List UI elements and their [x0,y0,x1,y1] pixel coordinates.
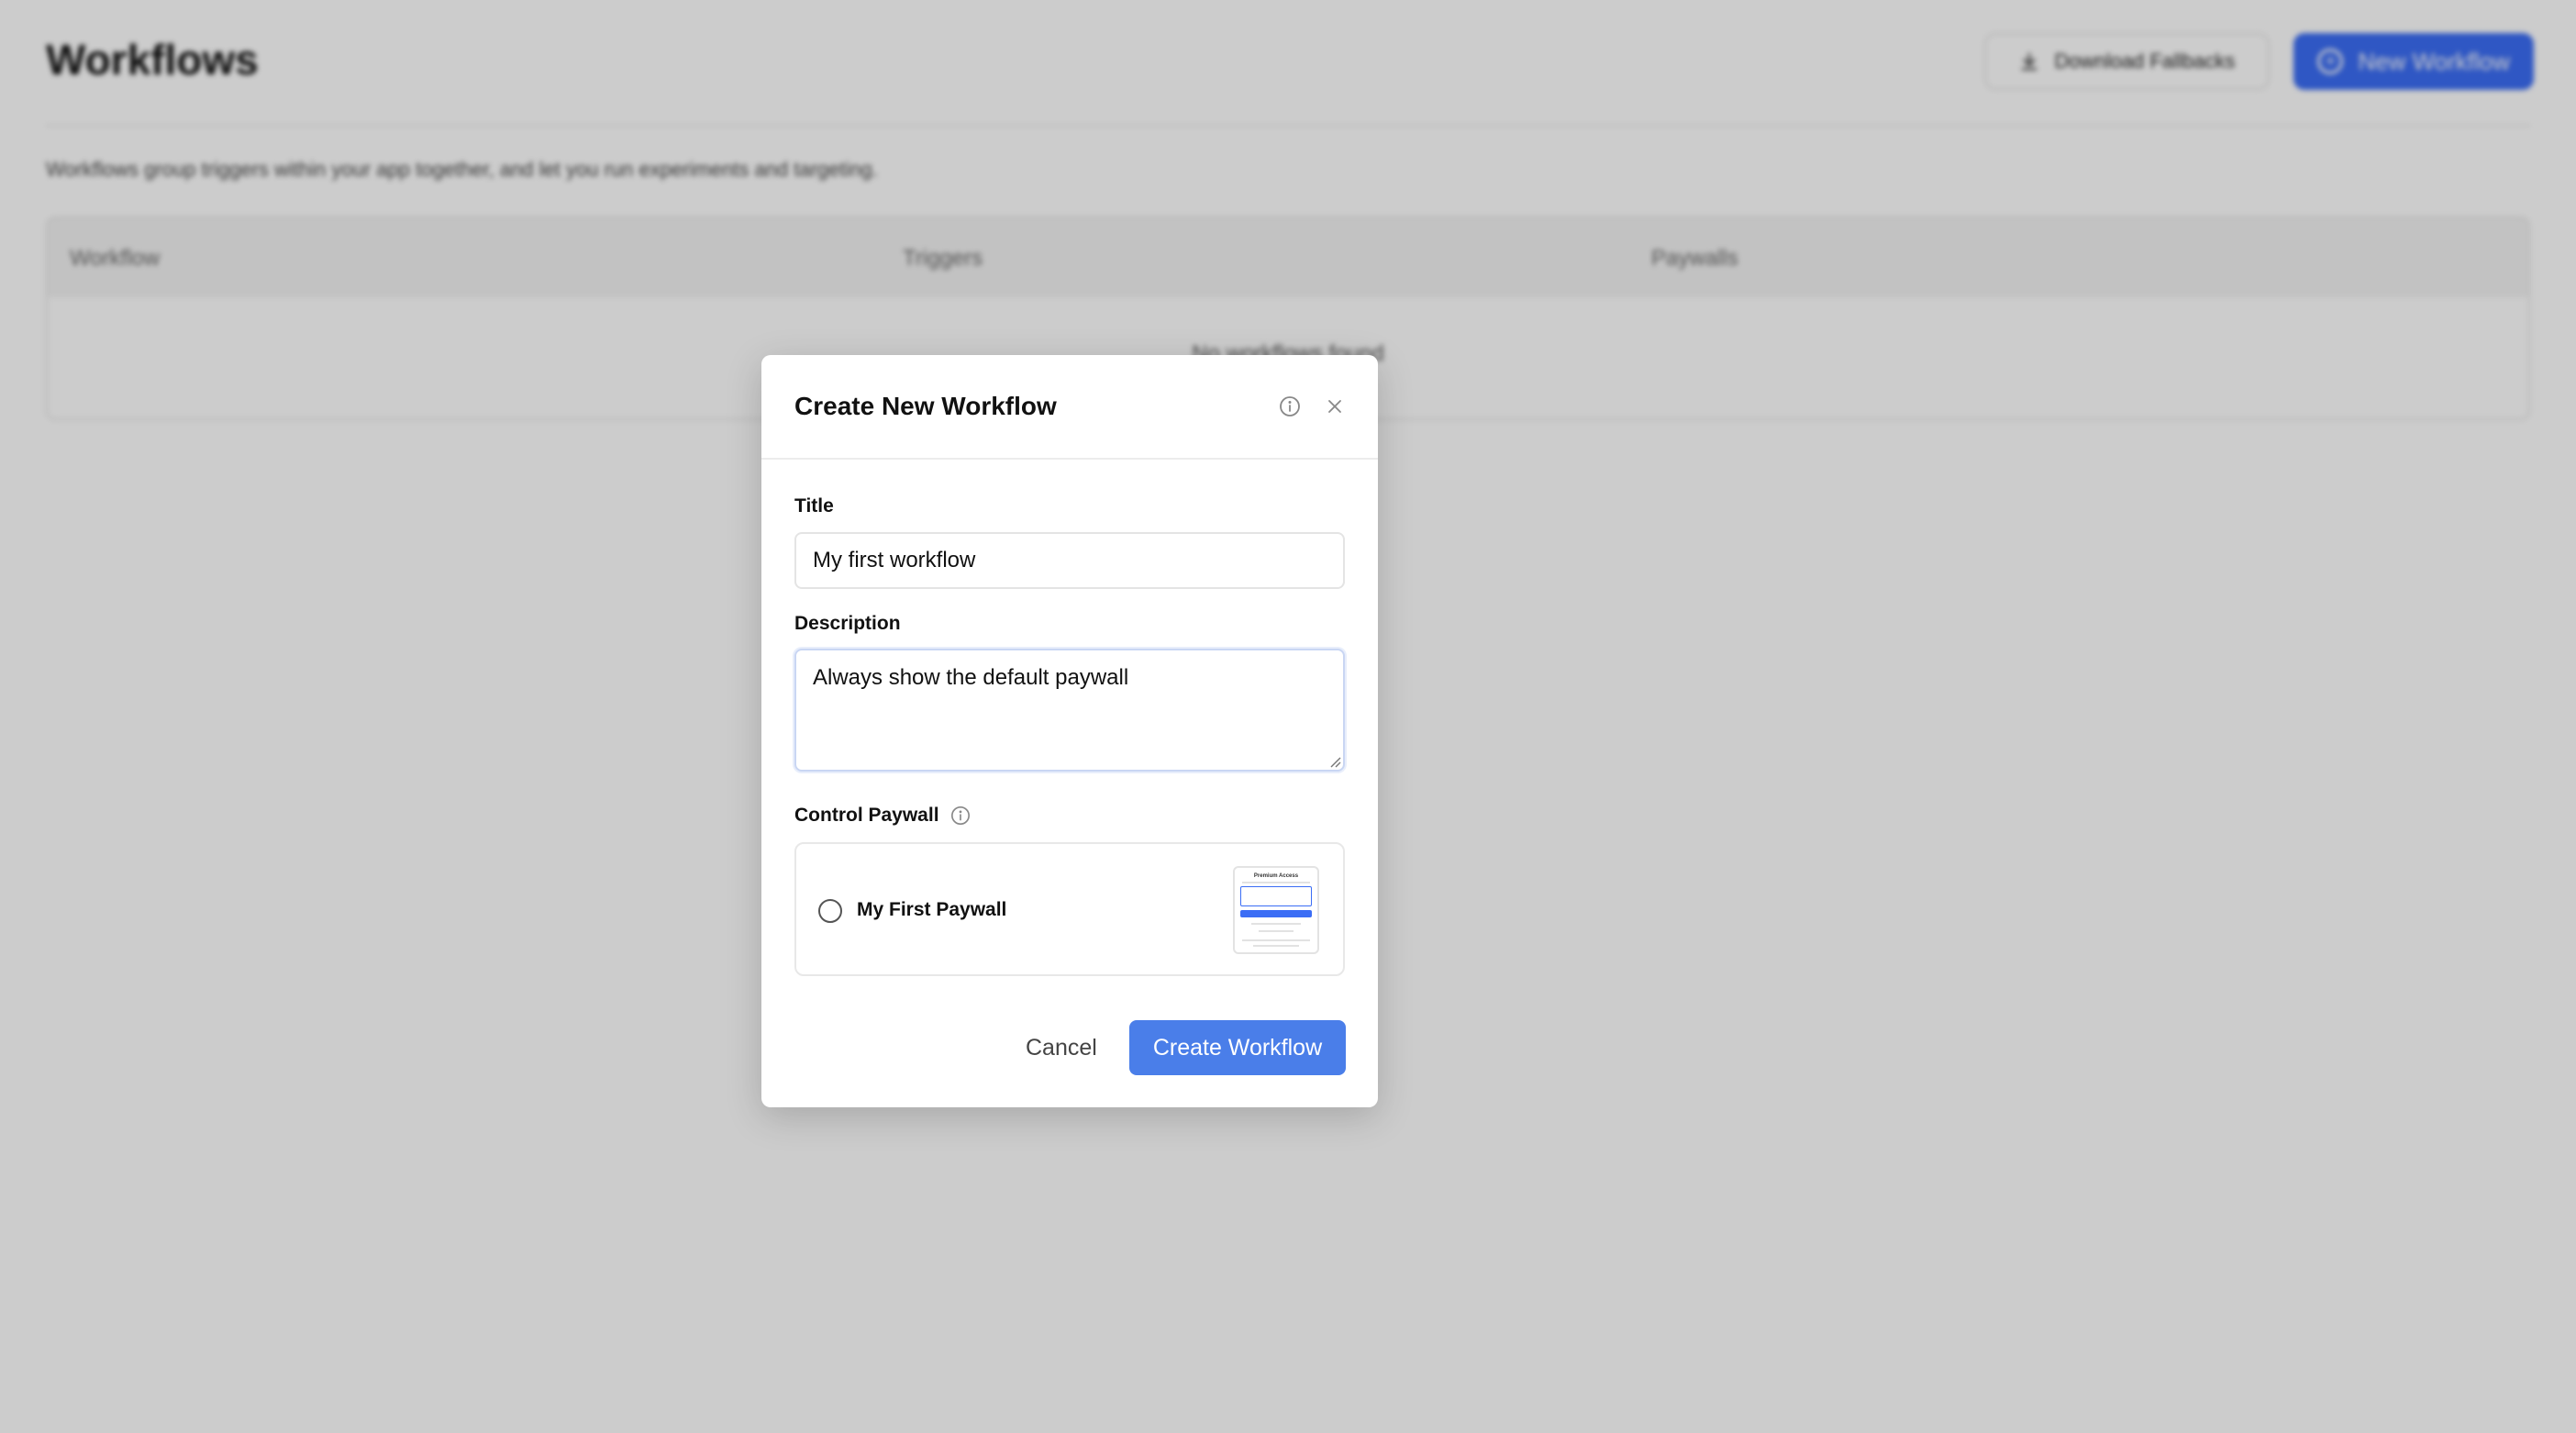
thumbnail-selected-plan [1240,886,1312,906]
title-label: Title [794,495,834,517]
title-input[interactable] [794,532,1345,589]
paywall-thumbnail: Premium Access [1233,866,1319,954]
thumbnail-line [1251,923,1301,925]
thumbnail-line [1253,945,1299,947]
thumbnail-cta [1240,910,1312,917]
control-paywall-label: Control Paywall [794,805,939,826]
thumbnail-line [1259,930,1294,932]
dialog-header: Create New Workflow [761,355,1378,460]
dialog-title: Create New Workflow [794,392,1057,420]
create-workflow-dialog: Create New Workflow Title Description Co… [761,355,1378,1107]
cancel-button[interactable]: Cancel [1009,1020,1114,1075]
create-workflow-button[interactable]: Create Workflow [1129,1020,1346,1075]
paywall-option-card[interactable]: My First Paywall Premium Access [794,842,1345,976]
thumbnail-line [1242,882,1310,883]
info-icon[interactable] [950,805,971,826]
dialog-footer: Cancel Create Workflow [761,1020,1378,1075]
control-paywall-label-row: Control Paywall [794,805,971,827]
paywall-radio[interactable] [818,899,842,923]
info-icon[interactable] [1279,395,1301,417]
resize-grip-icon[interactable] [1328,755,1341,768]
description-field-wrap [761,649,1378,772]
paywall-option-name: My First Paywall [857,899,1007,920]
thumbnail-title: Premium Access [1253,873,1299,879]
description-textarea[interactable] [794,649,1345,772]
close-icon[interactable] [1324,395,1346,417]
thumbnail-line [1242,939,1310,941]
description-label: Description [794,613,901,634]
